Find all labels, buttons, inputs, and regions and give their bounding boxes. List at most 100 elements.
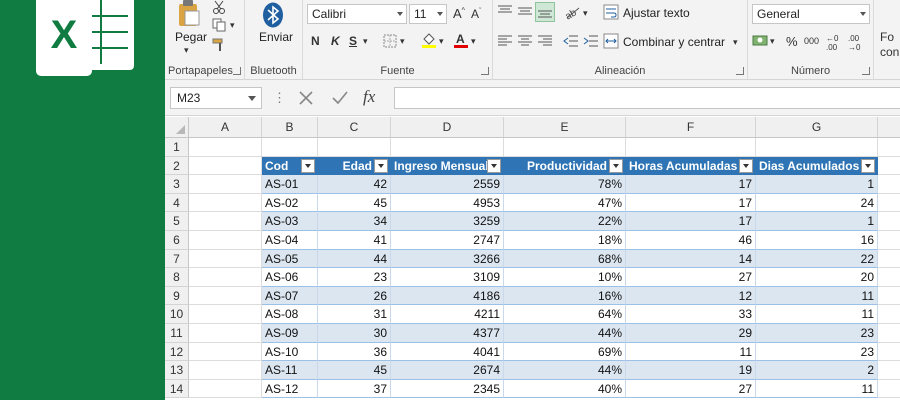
- wrap-text-button[interactable]: Ajustar texto: [623, 6, 690, 20]
- row-header-6[interactable]: 6: [165, 231, 189, 250]
- table-cell[interactable]: 68%: [504, 249, 626, 269]
- row-header-14[interactable]: 14: [165, 379, 189, 399]
- insert-function-fx-icon[interactable]: fx: [363, 87, 375, 107]
- number-format-select[interactable]: General: [752, 4, 870, 24]
- table-cell[interactable]: 41: [318, 231, 391, 250]
- table-cell[interactable]: 16%: [504, 286, 626, 306]
- table-cell[interactable]: 17: [626, 212, 756, 231]
- merge-center-dropdown-icon[interactable]: ▾: [733, 37, 738, 48]
- font-family-select[interactable]: Calibri: [307, 4, 407, 24]
- cutoff-label-line2[interactable]: con: [880, 45, 899, 59]
- row-header-12[interactable]: 12: [165, 342, 189, 362]
- bluetooth-icon[interactable]: [260, 2, 286, 28]
- row-header-4[interactable]: 4: [165, 193, 189, 213]
- cell[interactable]: [878, 305, 900, 324]
- percent-style-button[interactable]: %: [786, 34, 798, 49]
- table-cell-code[interactable]: AS-02: [262, 193, 318, 213]
- table-cell-code[interactable]: AS-07: [262, 286, 318, 306]
- filter-dropdown-icon[interactable]: [487, 158, 501, 173]
- align-center-icon[interactable]: [517, 34, 533, 48]
- cell[interactable]: [878, 138, 900, 157]
- table-cell[interactable]: 27: [626, 379, 756, 399]
- cell[interactable]: [878, 380, 900, 399]
- table-cell-code[interactable]: AS-10: [262, 342, 318, 362]
- enter-check-icon[interactable]: [331, 89, 349, 107]
- decrease-indent-icon[interactable]: [563, 34, 579, 48]
- table-cell-code[interactable]: AS-06: [262, 268, 318, 287]
- table-cell[interactable]: 46: [626, 231, 756, 250]
- align-middle-icon[interactable]: [517, 4, 533, 18]
- cell[interactable]: [878, 194, 900, 213]
- cell[interactable]: [878, 361, 900, 380]
- table-cell[interactable]: 42: [318, 175, 391, 194]
- table-cell[interactable]: 69%: [504, 342, 626, 362]
- table-header-cell[interactable]: Horas Acumuladas: [626, 156, 756, 176]
- table-header-cell[interactable]: Edad: [318, 156, 391, 176]
- table-cell[interactable]: 11: [756, 379, 878, 399]
- copy-dropdown-icon[interactable]: ▾: [230, 20, 235, 31]
- table-cell[interactable]: 11: [756, 305, 878, 324]
- cell[interactable]: [189, 249, 262, 269]
- cutoff-label-line1[interactable]: Fo: [880, 30, 894, 44]
- table-cell[interactable]: 30: [318, 324, 391, 343]
- row-header-13[interactable]: 13: [165, 361, 189, 380]
- table-cell[interactable]: 36: [318, 342, 391, 362]
- cell[interactable]: [878, 212, 900, 231]
- table-cell[interactable]: 44%: [504, 361, 626, 380]
- more-options-icon[interactable]: ⋮: [273, 90, 286, 106]
- table-cell[interactable]: 31: [318, 305, 391, 324]
- table-cell[interactable]: 4377: [391, 324, 504, 343]
- column-header-g[interactable]: G: [756, 117, 878, 138]
- cell[interactable]: [189, 286, 262, 306]
- row-header-5[interactable]: 5: [165, 212, 189, 231]
- cell[interactable]: [878, 250, 900, 269]
- table-cell[interactable]: 11: [756, 286, 878, 306]
- table-cell[interactable]: 11: [626, 342, 756, 362]
- table-cell[interactable]: 12: [626, 286, 756, 306]
- select-all-corner[interactable]: [165, 117, 189, 138]
- increase-decimal-button[interactable]: ←0 .00: [826, 34, 846, 52]
- font-size-select[interactable]: 11: [409, 4, 447, 24]
- cell[interactable]: [626, 138, 756, 157]
- table-cell[interactable]: 45: [318, 361, 391, 380]
- italic-button[interactable]: K: [331, 34, 340, 48]
- table-cell[interactable]: 16: [756, 231, 878, 250]
- table-cell[interactable]: 1: [756, 212, 878, 231]
- cell[interactable]: [878, 343, 900, 362]
- column-header-next[interactable]: [878, 117, 900, 138]
- underline-button[interactable]: S: [349, 34, 357, 48]
- table-cell[interactable]: 3109: [391, 268, 504, 287]
- cell[interactable]: [878, 268, 900, 287]
- orientation-dropdown-icon[interactable]: ▾: [583, 8, 588, 19]
- cell[interactable]: [878, 231, 900, 250]
- align-left-icon[interactable]: [497, 34, 513, 48]
- cut-icon[interactable]: [211, 0, 227, 14]
- underline-dropdown-icon[interactable]: ▾: [363, 36, 368, 47]
- cell[interactable]: [391, 138, 504, 157]
- table-cell[interactable]: 23: [756, 342, 878, 362]
- table-header-cell[interactable]: Dias Acumulados: [756, 156, 878, 176]
- table-cell-code[interactable]: AS-08: [262, 305, 318, 324]
- column-header-b[interactable]: B: [262, 117, 318, 138]
- cell[interactable]: [189, 212, 262, 231]
- filter-dropdown-icon[interactable]: [739, 158, 753, 173]
- fill-color-dropdown-icon[interactable]: ▾: [439, 36, 444, 47]
- cell[interactable]: [262, 138, 318, 157]
- send-button-label[interactable]: Enviar: [259, 30, 293, 44]
- table-cell[interactable]: 14: [626, 249, 756, 269]
- column-header-a[interactable]: A: [189, 117, 262, 138]
- table-cell[interactable]: 24: [756, 193, 878, 213]
- decrease-font-size-icon[interactable]: Aˇ: [471, 7, 481, 21]
- copy-icon[interactable]: [211, 18, 227, 32]
- row-header-10[interactable]: 10: [165, 305, 189, 324]
- borders-dropdown-icon[interactable]: ▾: [400, 36, 405, 47]
- filter-dropdown-icon[interactable]: [301, 158, 315, 173]
- table-cell[interactable]: 37: [318, 379, 391, 399]
- table-cell[interactable]: 23: [756, 324, 878, 343]
- font-color-dropdown-icon[interactable]: ▾: [471, 36, 476, 47]
- column-header-e[interactable]: E: [504, 117, 626, 138]
- cell[interactable]: [189, 305, 262, 324]
- cell[interactable]: [189, 156, 262, 176]
- table-cell[interactable]: 22: [756, 249, 878, 269]
- table-cell-code[interactable]: AS-04: [262, 231, 318, 250]
